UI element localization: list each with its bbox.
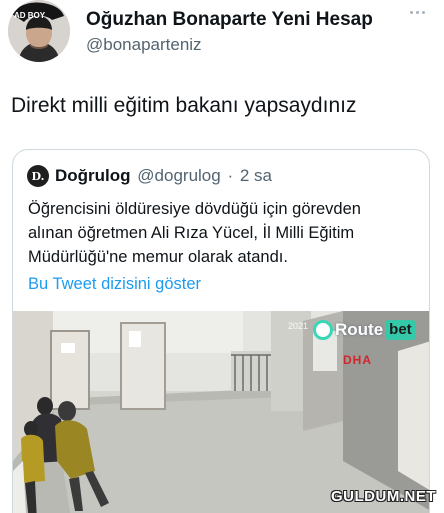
video-timestamp: 2021: [288, 321, 309, 331]
more-options-icon[interactable]: [402, 2, 432, 22]
quoted-tweet-header: Doğrulog @dogrulog · 2 sa: [55, 166, 272, 186]
quoted-tweet-time: 2 sa: [239, 166, 272, 185]
show-thread-link[interactable]: Bu Tweet dizisini göster: [28, 275, 201, 294]
tweet-text: Direkt milli eğitim bakanı yapsaydınız: [11, 94, 357, 117]
quoted-text-line: Müdürlüğü'ne memur olarak atandı.: [28, 248, 288, 266]
quoted-text-line: Öğrencisini öldüresiye dövdüğü için göre…: [28, 200, 361, 218]
quoted-text-line: alınan öğretmen Ali Rıza Yücel, İl Milli…: [28, 224, 355, 242]
agency-logo: DHA: [343, 353, 372, 367]
routebet-logo: Route bet: [313, 318, 416, 342]
author-name[interactable]: Oğuzhan Bonaparte Yeni Hesap: [86, 9, 373, 31]
routebet-icon: [313, 320, 333, 340]
tweet-screenshot: AD BOY Oğuzhan Bonaparte Yeni Hesap @bon…: [0, 0, 444, 513]
video-thumbnail[interactable]: 2021 Route bet DHA: [13, 311, 429, 513]
routebet-route-text: Route: [335, 320, 384, 339]
quoted-author-name: Doğrulog: [55, 166, 131, 185]
routebet-bet-text: bet: [385, 320, 416, 340]
avatar-cap-text: AD BOY: [14, 11, 46, 20]
quoted-tweet[interactable]: D. Doğrulog @dogrulog · 2 sa Öğrencisini…: [12, 149, 430, 513]
site-watermark: GULDUM.NET: [331, 488, 436, 505]
quoted-tweet-text: Öğrencisini öldüresiye dövdüğü için göre…: [28, 197, 423, 269]
quoted-author-handle: @dogrulog: [137, 166, 221, 185]
author-handle[interactable]: @bonaparteniz: [86, 35, 202, 55]
author-avatar[interactable]: AD BOY: [8, 0, 70, 62]
meta-separator: ·: [227, 166, 234, 185]
quoted-author-avatar: D.: [27, 165, 49, 187]
